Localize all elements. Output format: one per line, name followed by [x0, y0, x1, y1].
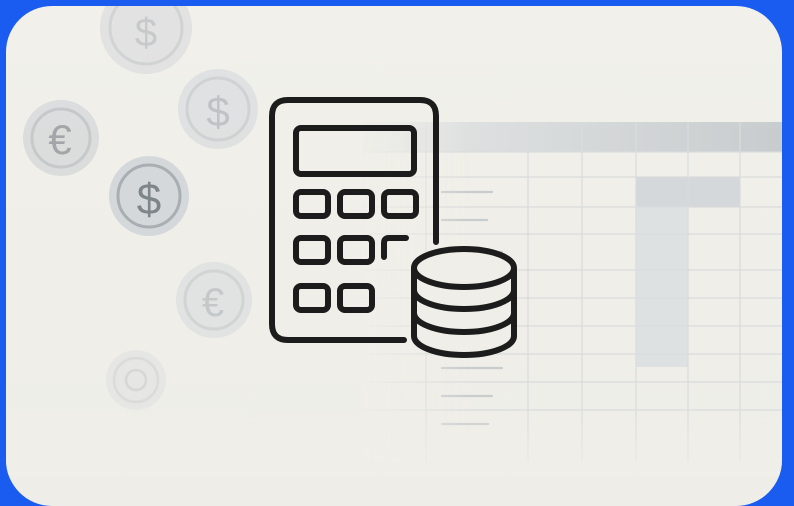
- dollar-coin-icon: $: [178, 69, 258, 149]
- calculator-key: [381, 235, 409, 260]
- calculator-coins-icon: [269, 97, 517, 358]
- illustration-card: $ € $ $ €: [6, 6, 782, 506]
- image-frame: $ € $ $ €: [0, 0, 794, 506]
- calculator-key: [381, 189, 419, 219]
- calculator-key: [293, 235, 331, 265]
- euro-coin-icon: €: [176, 262, 252, 338]
- generic-coin-icon: [106, 350, 166, 410]
- svg-text:$: $: [137, 175, 161, 224]
- calculator-key: [337, 235, 375, 265]
- svg-text:$: $: [206, 88, 229, 135]
- coin-stack-icon: [411, 246, 517, 358]
- euro-coin-icon: €: [23, 100, 99, 176]
- calculator-display: [293, 125, 417, 177]
- svg-text:€: €: [48, 116, 71, 163]
- svg-text:$: $: [135, 11, 157, 55]
- svg-text:€: €: [202, 281, 224, 325]
- calculator-key: [293, 189, 331, 219]
- dollar-coin-icon: $: [109, 156, 189, 236]
- calculator-key: [337, 189, 375, 219]
- calculator-key: [293, 283, 331, 313]
- calculator-key: [337, 283, 375, 313]
- dollar-coin-icon: $: [100, 6, 192, 74]
